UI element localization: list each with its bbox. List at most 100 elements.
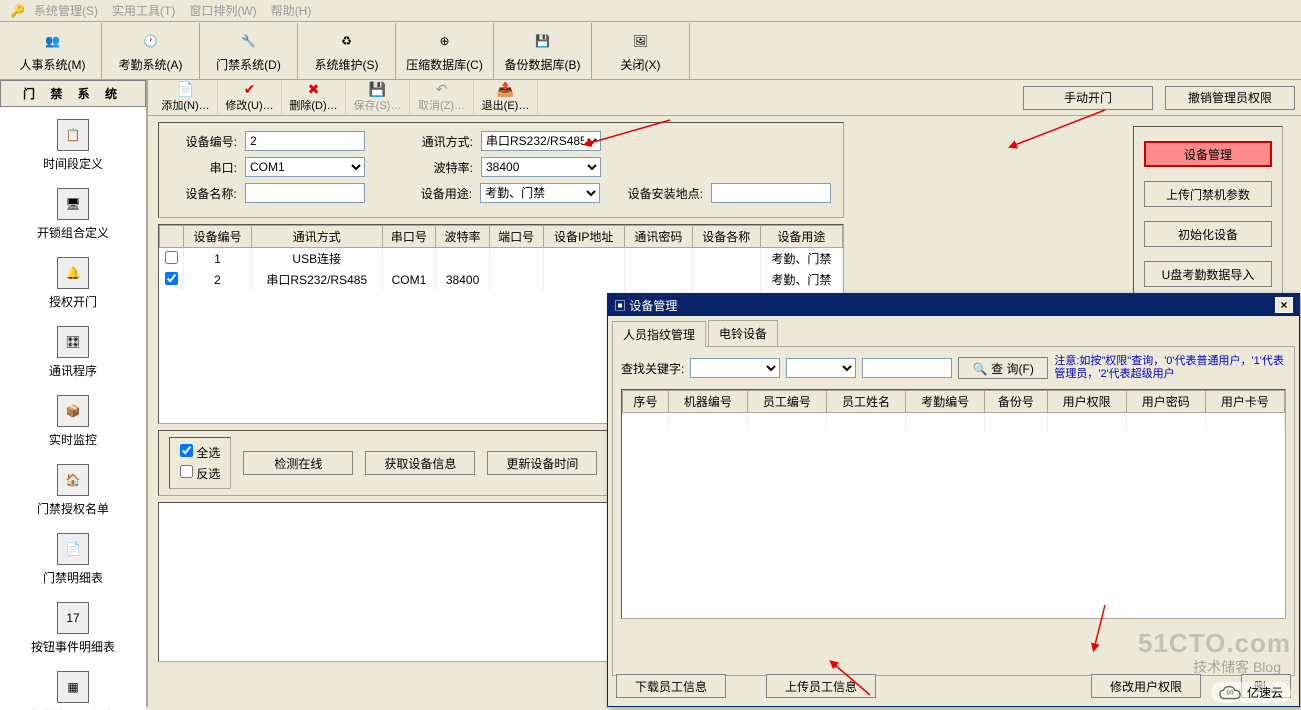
dialog-icon: ▣: [614, 299, 626, 313]
col-ip: 设备IP地址: [543, 226, 624, 248]
update-time-button[interactable]: 更新设备时间: [487, 451, 597, 475]
col-backup-no: 备份号: [985, 391, 1047, 413]
col-user-pwd: 用户密码: [1126, 391, 1205, 413]
upload-params-button[interactable]: 上传门禁机参数: [1144, 181, 1272, 207]
tab-fingerprint[interactable]: 人员指纹管理: [612, 321, 706, 347]
table-row[interactable]: 2 串口RS232/RS485 COM1 38400 考勤、门禁: [160, 269, 843, 290]
dialog-titlebar[interactable]: ▣ 设备管理 ×: [608, 294, 1299, 316]
add-button[interactable]: 📄添加(N)…: [154, 81, 218, 115]
col-machine-no: 机器编号: [668, 391, 747, 413]
menu-system[interactable]: 系统管理(S): [28, 0, 104, 21]
baud-select[interactable]: 38400: [481, 157, 601, 177]
sidebar-title: 门 禁 系 统: [0, 80, 146, 107]
toolbar-attendance-system[interactable]: 🕐考勤系统(A): [102, 23, 200, 79]
devuse-select[interactable]: 考勤、门禁: [480, 183, 599, 203]
get-device-info-button[interactable]: 获取设备信息: [365, 451, 475, 475]
modify-perm-button[interactable]: 修改用户权限: [1091, 674, 1201, 698]
sidebar-item-auth-list[interactable]: 🏠门禁授权名单: [0, 458, 146, 527]
tab-bell[interactable]: 电铃设备: [708, 320, 778, 346]
toolbar-backup-db[interactable]: 💾备份数据库(B): [494, 23, 592, 79]
select-all-checkbox[interactable]: 全选: [180, 444, 220, 461]
search-note: 注意:如按"权限"查询，'0'代表普通用户，'1'代表管理员，'2'代表超级用户: [1054, 355, 1286, 381]
main-toolbar: 👥人事系统(M) 🕐考勤系统(A) 🔧门禁系统(D) ♻系统维护(S) ⊕压缩数…: [0, 22, 1301, 80]
employee-table: 序号 机器编号 员工编号 员工姓名 考勤编号 备份号 用户权限 用户密码 用户卡…: [621, 389, 1286, 619]
row-checkbox[interactable]: [165, 251, 178, 264]
check-online-button[interactable]: 检测在线: [243, 451, 353, 475]
binoculars-icon: 🔍: [973, 362, 988, 376]
disk-icon: 💾: [528, 28, 558, 54]
search-op-select[interactable]: [786, 358, 856, 378]
menu-help[interactable]: 帮助(H): [265, 0, 318, 21]
sidebar-item-live-monitor[interactable]: 📦实时监控: [0, 389, 146, 458]
devuse-label: 设备用途:: [373, 185, 472, 202]
wrench-icon: 🔧: [234, 28, 264, 54]
edit-button[interactable]: ✔修改(U)…: [218, 81, 282, 115]
query-button[interactable]: 🔍 查 询(F): [958, 357, 1048, 379]
sidebar-item-button-events[interactable]: 17按钮事件明细表: [0, 596, 146, 665]
check-icon: ✔: [244, 81, 256, 97]
serial-select[interactable]: COM1: [245, 157, 365, 177]
sidebar-item-unlock-combo[interactable]: 🖥开锁组合定义: [0, 182, 146, 251]
toolbar-close[interactable]: 🖼关闭(X): [592, 23, 690, 79]
comm-select[interactable]: 串口RS232/RS485: [481, 131, 601, 151]
toolbar-compress-db[interactable]: ⊕压缩数据库(C): [396, 23, 494, 79]
col-use: 设备用途: [760, 226, 842, 248]
toolbar-access-system[interactable]: 🔧门禁系统(D): [200, 23, 298, 79]
sidebar-item-time-define[interactable]: 📋时间段定义: [0, 113, 146, 182]
sidebar-item-detail-list[interactable]: 📄门禁明细表: [0, 527, 146, 596]
document-icon: 📋: [57, 119, 89, 151]
col-baud: 波特率: [436, 226, 490, 248]
search-field-select[interactable]: [690, 358, 780, 378]
download-emp-button[interactable]: 下载员工信息: [616, 674, 726, 698]
col-seqno: 序号: [623, 391, 669, 413]
cancel-button: ↶取消(Z)…: [410, 81, 474, 115]
row-checkbox[interactable]: [165, 272, 178, 285]
save-button: 💾保存(S)…: [346, 81, 410, 115]
page-icon: 📄: [57, 533, 89, 565]
save-icon: 💾: [369, 81, 386, 97]
plus-circle-icon: ⊕: [430, 28, 460, 54]
clock-icon: 🕐: [136, 28, 166, 54]
calendar-icon: 17: [57, 602, 89, 634]
device-no-input[interactable]: [245, 131, 365, 151]
delete-button[interactable]: ✖删除(D)…: [282, 81, 346, 115]
manual-open-button[interactable]: 手动开门: [1023, 86, 1153, 110]
exit-icon: 📤: [497, 81, 514, 97]
search-value-input[interactable]: [862, 358, 952, 378]
menu-tools[interactable]: 实用工具(T): [106, 0, 181, 21]
device-mgmt-button[interactable]: 设备管理: [1144, 141, 1272, 167]
devname-input[interactable]: [245, 183, 365, 203]
toolbar-hr-system[interactable]: 👥人事系统(M): [4, 23, 102, 79]
col-user-perm: 用户权限: [1047, 391, 1126, 413]
table-row[interactable]: [623, 413, 1285, 431]
table-row[interactable]: 1 USB连接 考勤、门禁: [160, 248, 843, 270]
new-icon: 📄: [177, 81, 194, 97]
toolbar-system-maintain[interactable]: ♻系统维护(S): [298, 23, 396, 79]
grid-icon: ▦: [57, 671, 89, 703]
cloud-icon: ∞: [1219, 685, 1241, 701]
menu-window[interactable]: 窗口排列(W): [183, 0, 262, 21]
upload-emp-button[interactable]: 上传员工信息: [766, 674, 876, 698]
udisk-import-button[interactable]: U盘考勤数据导入: [1144, 261, 1272, 287]
sub-toolbar: 📄添加(N)… ✔修改(U)… ✖删除(D)… 💾保存(S)… ↶取消(Z)… …: [148, 80, 1301, 116]
col-name: 设备各称: [692, 226, 760, 248]
sidebar-item-alarm-events[interactable]: ▦报警事件明细表: [0, 665, 146, 710]
col-pwd: 通讯密码: [624, 226, 692, 248]
init-device-button[interactable]: 初始化设备: [1144, 221, 1272, 247]
baud-label: 波特率:: [373, 159, 473, 176]
sidebar-item-authorize[interactable]: 🔔授权开门: [0, 251, 146, 320]
devname-label: 设备名称:: [171, 185, 237, 202]
exit-button[interactable]: 📤退出(E)…: [474, 81, 538, 115]
device-no-label: 设备编号:: [171, 133, 237, 150]
recycle-icon: ♻: [332, 28, 362, 54]
sidebar-item-comm-program[interactable]: 🎛通讯程序: [0, 320, 146, 389]
install-input[interactable]: [711, 183, 831, 203]
invert-checkbox[interactable]: 反选: [180, 465, 220, 482]
x-icon: ✖: [308, 81, 320, 97]
close-icon[interactable]: ×: [1275, 297, 1293, 313]
col-serial: 串口号: [382, 226, 436, 248]
device-form: 设备编号: 通讯方式: 串口RS232/RS485 串口: COM1 波特率: …: [158, 122, 844, 218]
col-comm: 通讯方式: [251, 226, 382, 248]
undo-icon: ↶: [436, 81, 448, 97]
revoke-admin-button[interactable]: 撤销管理员权限: [1165, 86, 1295, 110]
